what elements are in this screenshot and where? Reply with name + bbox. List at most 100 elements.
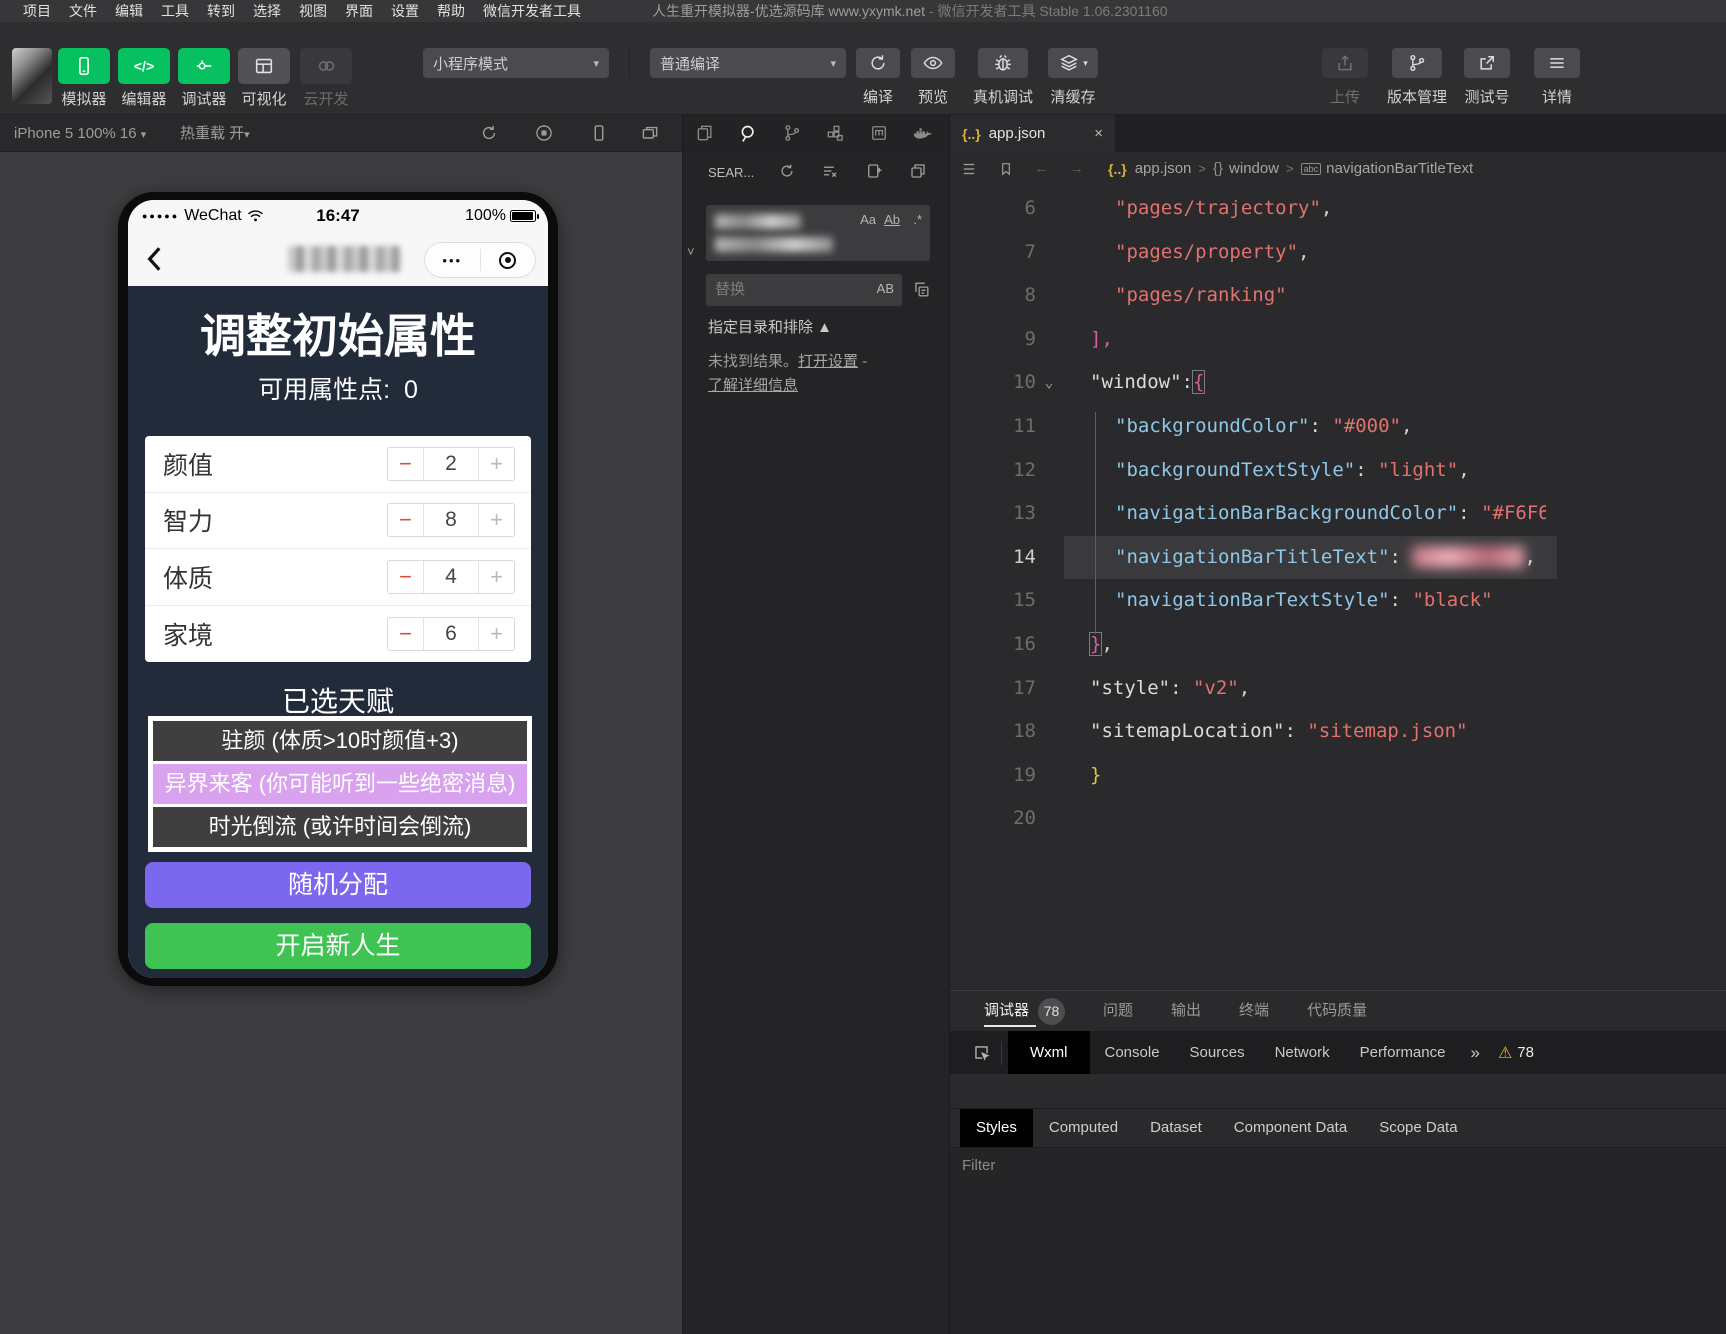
menu-item[interactable]: 视图 <box>290 0 336 22</box>
mode-select[interactable]: 小程序模式▾ <box>423 48 609 78</box>
bookmark-icon[interactable] <box>998 161 1014 177</box>
menu-item[interactable]: 工具 <box>152 0 198 22</box>
debugger-tab[interactable]: 代码质量 <box>1307 991 1367 1031</box>
code-line[interactable]: 18"sitemapLocation": "sitemap.json" <box>950 710 1726 754</box>
hot-reload-toggle[interactable]: 热重载 开▾ <box>180 115 250 154</box>
multi-window-icon[interactable] <box>640 123 660 143</box>
minus-button[interactable]: − <box>388 448 424 480</box>
warning-counter[interactable]: ⚠ 78 <box>1498 1043 1534 1063</box>
menu-item[interactable]: 转到 <box>198 0 244 22</box>
code-line[interactable]: 14"navigationBarTitleText": , <box>950 536 1726 580</box>
random-assign-button[interactable]: 随机分配 <box>145 862 531 908</box>
remote-debug-button[interactable] <box>978 48 1028 78</box>
panel-divider[interactable] <box>949 115 950 1334</box>
devtools-tab[interactable]: Network <box>1260 1031 1345 1074</box>
clear-cache-button[interactable]: ▾ <box>1048 48 1098 78</box>
menu-item[interactable]: 帮助 <box>428 0 474 22</box>
inspector-tab[interactable]: Dataset <box>1134 1109 1218 1147</box>
replace-input[interactable] <box>706 274 856 304</box>
docker-icon[interactable] <box>911 123 933 145</box>
preserve-case-icon[interactable]: AB <box>877 281 894 296</box>
search-icon[interactable] <box>738 123 759 144</box>
inspector-tab[interactable]: Scope Data <box>1363 1109 1473 1147</box>
panel-divider[interactable] <box>682 115 683 1334</box>
breadcrumb-file[interactable]: app.json <box>1135 160 1192 177</box>
code-line[interactable]: 19} <box>950 754 1726 798</box>
upload-button[interactable] <box>1322 48 1368 78</box>
devtools-tab[interactable]: Console <box>1090 1031 1175 1074</box>
inspector-tab[interactable]: Computed <box>1033 1109 1134 1147</box>
outline-list-icon[interactable] <box>960 160 978 178</box>
code-line[interactable]: 10⌄"window":{ <box>950 361 1726 405</box>
code-line[interactable]: 16}, <box>950 623 1726 667</box>
debugger-tab[interactable]: 终端 <box>1239 991 1269 1031</box>
match-word-icon[interactable]: Ab <box>884 212 900 227</box>
plus-button[interactable]: + <box>478 561 514 593</box>
breadcrumb-node[interactable]: window <box>1229 160 1279 177</box>
regex-icon[interactable]: .* <box>913 212 922 227</box>
device-select[interactable]: iPhone 5 100% 16 ▾ <box>14 115 146 154</box>
devtools-tab[interactable]: Sources <box>1175 1031 1260 1074</box>
plus-button[interactable]: + <box>478 504 514 536</box>
close-icon[interactable]: × <box>1094 125 1103 142</box>
nav-back-icon[interactable]: ← <box>1034 160 1049 177</box>
more-icon[interactable]: ••• <box>425 253 480 268</box>
devtools-tab[interactable]: Wxml <box>1008 1031 1090 1074</box>
minus-button[interactable]: − <box>388 618 424 650</box>
breadcrumb-leaf[interactable]: navigationBarTitleText <box>1326 160 1473 177</box>
inspector-tab[interactable]: Component Data <box>1218 1109 1363 1147</box>
debugger-tab[interactable]: 问题 <box>1103 991 1133 1031</box>
search-input[interactable]: Aa Ab .* <box>706 205 930 261</box>
menu-item[interactable]: 编辑 <box>106 0 152 22</box>
code-line[interactable]: 9], <box>950 318 1726 362</box>
stop-icon[interactable] <box>534 123 554 143</box>
minus-button[interactable]: − <box>388 504 424 536</box>
code-line[interactable]: 7"pages/property", <box>950 231 1726 275</box>
start-life-button[interactable]: 开启新人生 <box>145 923 531 969</box>
tab-app-json[interactable]: {..} app.json × <box>950 115 1115 152</box>
code-lines[interactable]: 6"pages/trajectory",7"pages/property",8"… <box>950 187 1726 847</box>
record-target-icon[interactable] <box>481 252 536 269</box>
inspect-cursor-icon[interactable] <box>972 1043 991 1062</box>
code-line[interactable]: 17"style": "v2", <box>950 667 1726 711</box>
extensions-icon[interactable] <box>825 123 845 143</box>
code-line[interactable]: 6"pages/trajectory", <box>950 187 1726 231</box>
talent-item[interactable]: 驻颜 (体质>10时颜值+3) <box>153 721 527 761</box>
chevron-down-icon[interactable]: ˅ <box>687 244 695 259</box>
files-icon[interactable] <box>695 123 715 143</box>
code-line[interactable]: 15"navigationBarTextStyle": "black" <box>950 579 1726 623</box>
plus-button[interactable]: + <box>478 448 514 480</box>
filter-input[interactable] <box>950 1157 1350 1174</box>
visualizer-toggle-button[interactable] <box>238 48 290 84</box>
code-line[interactable]: 13"navigationBarBackgroundColor": "#F6F6… <box>950 492 1726 536</box>
debugger-tab[interactable]: 输出 <box>1171 991 1201 1031</box>
new-search-editor-icon[interactable] <box>865 162 883 180</box>
menu-item[interactable]: 项目 <box>14 0 60 22</box>
open-settings-link[interactable]: 打开设置 <box>798 353 858 370</box>
menu-item[interactable]: 微信开发者工具 <box>474 0 590 22</box>
back-chevron-icon[interactable] <box>142 244 168 274</box>
talent-item[interactable]: 时光倒流 (或许时间会倒流) <box>153 807 527 847</box>
minus-button[interactable]: − <box>388 561 424 593</box>
devtools-tab[interactable]: Performance <box>1345 1031 1461 1074</box>
collapse-all-icon[interactable] <box>909 162 927 180</box>
replace-all-icon[interactable] <box>912 280 931 299</box>
debugger-toggle-button[interactable] <box>178 48 230 84</box>
preview-button[interactable] <box>911 48 955 78</box>
code-line[interactable]: 12"backgroundTextStyle": "light", <box>950 449 1726 493</box>
version-control-button[interactable] <box>1392 48 1442 78</box>
cloud-dev-button[interactable] <box>300 48 352 84</box>
rotate-icon[interactable] <box>479 123 499 143</box>
overflow-chevron[interactable]: » <box>1470 1043 1479 1063</box>
debugger-tab[interactable]: 调试器 78 <box>984 991 1065 1031</box>
simulator-toggle-button[interactable] <box>58 48 110 84</box>
details-button[interactable] <box>1534 48 1580 78</box>
menu-item[interactable]: 界面 <box>336 0 382 22</box>
menu-item[interactable]: 设置 <box>382 0 428 22</box>
plus-button[interactable]: + <box>478 618 514 650</box>
avatar[interactable] <box>12 48 52 104</box>
match-case-icon[interactable]: Aa <box>860 212 876 227</box>
code-line[interactable]: 11"backgroundColor": "#000", <box>950 405 1726 449</box>
dir-include-exclude-toggle[interactable]: 指定目录和排除 ▲ <box>708 316 832 337</box>
clear-results-icon[interactable] <box>821 162 839 180</box>
